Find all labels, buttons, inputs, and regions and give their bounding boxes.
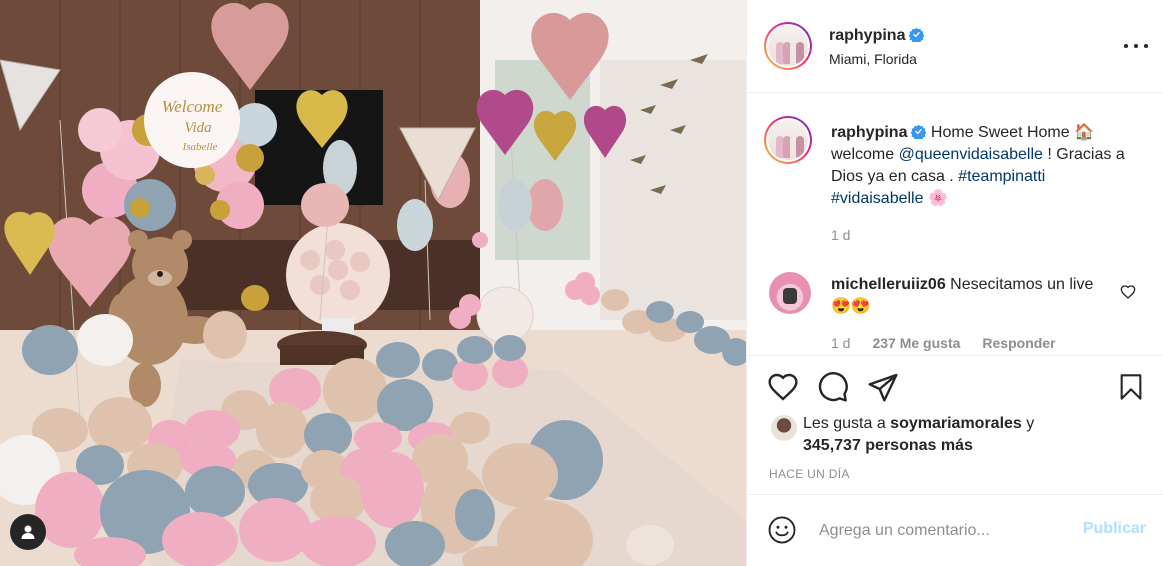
- commenter-username[interactable]: michelleruiiz06: [831, 276, 946, 293]
- comment-likes-count[interactable]: 237 Me gusta: [872, 335, 960, 351]
- likes-middle: y: [1021, 415, 1035, 432]
- caption-hashtag-teampinatti[interactable]: #teampinatti: [958, 168, 1045, 185]
- comment-meta: 1 d 237 Me gusta Responder: [831, 335, 1056, 351]
- share-paper-plane-icon[interactable]: [867, 371, 899, 403]
- verified-badge-icon: [911, 124, 927, 139]
- verified-badge-icon: [909, 27, 925, 42]
- likes-prefix: Les gusta a: [803, 415, 891, 432]
- comment-time[interactable]: 1 d: [831, 335, 850, 351]
- comment-bubble-icon[interactable]: [817, 371, 849, 403]
- likes-first-user[interactable]: soymariamorales: [890, 415, 1022, 432]
- commenter-avatar[interactable]: [769, 272, 811, 314]
- caption-emoji: 🌸: [923, 190, 948, 207]
- author-avatar[interactable]: [764, 22, 812, 70]
- add-comment-input[interactable]: [819, 516, 1069, 546]
- post-details-panel: raphypina Miami, Florida raphypina Home …: [746, 0, 1163, 566]
- post-actions: Les gusta a soymariamorales y 345,737 pe…: [747, 355, 1163, 495]
- comments-section: raphypina Home Sweet Home 🏠 welcome @que…: [747, 93, 1163, 355]
- balloon-text-vida: Vida: [184, 120, 211, 136]
- like-heart-icon[interactable]: [767, 371, 799, 403]
- post-photo[interactable]: Welcome Vida Isabelle: [0, 0, 746, 566]
- comment-body: michelleruiiz06 Nesecitamos un live 😍😍: [831, 274, 1111, 318]
- post-caption: raphypina Home Sweet Home 🏠 welcome @que…: [831, 122, 1141, 246]
- caption-author-avatar[interactable]: [764, 116, 812, 164]
- caption-username[interactable]: raphypina: [831, 124, 907, 141]
- caption-hashtag-vidaisabelle[interactable]: #vidaisabelle: [831, 190, 924, 207]
- balloon-text-welcome: Welcome: [162, 97, 223, 116]
- post-location[interactable]: Miami, Florida: [829, 51, 917, 67]
- caption-mention-link[interactable]: @queenvidaisabelle: [899, 146, 1043, 163]
- post-header: raphypina Miami, Florida: [747, 0, 1163, 93]
- caption-time[interactable]: 1 d: [831, 224, 1141, 246]
- comment-like-heart-icon[interactable]: [1120, 284, 1136, 300]
- likes-summary: Les gusta a soymariamorales y 345,737 pe…: [803, 413, 1034, 457]
- comment-reply-button[interactable]: Responder: [982, 335, 1055, 351]
- save-bookmark-icon[interactable]: [1117, 371, 1145, 403]
- tagged-users-button[interactable]: [10, 514, 46, 550]
- person-icon: [21, 525, 35, 539]
- author-username[interactable]: raphypina: [829, 27, 905, 44]
- post-time[interactable]: HACE UN DÍA: [769, 467, 850, 481]
- balloon-text-isabelle: Isabelle: [182, 141, 218, 153]
- liker-avatar[interactable]: [771, 415, 797, 441]
- add-comment-bar: Publicar: [747, 495, 1163, 566]
- more-options-icon[interactable]: [1124, 38, 1148, 54]
- publish-comment-button[interactable]: Publicar: [1083, 520, 1146, 538]
- likes-count-link[interactable]: 345,737 personas más: [803, 437, 973, 454]
- post-photo-illustration: Welcome Vida Isabelle: [0, 0, 746, 566]
- emoji-smiley-icon[interactable]: [767, 515, 797, 545]
- author-name-row: raphypina: [829, 27, 925, 45]
